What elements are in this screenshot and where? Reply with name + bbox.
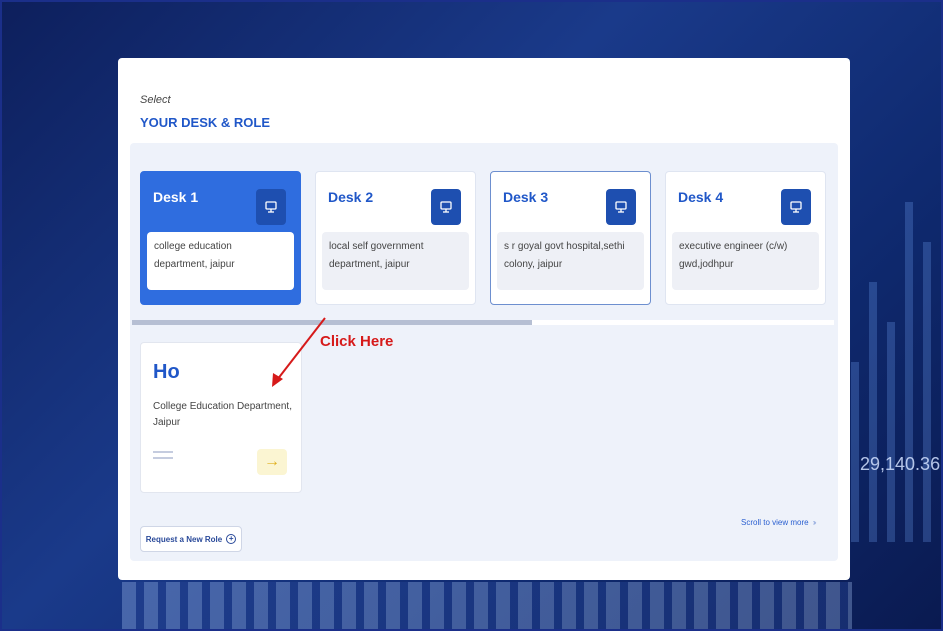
desk-card-3[interactable]: Desk 3 s r goyal govt hospital,sethi col…	[490, 171, 651, 305]
monitor-icon	[256, 189, 286, 225]
desk-card-4[interactable]: Desk 4 executive engineer (c/w) gwd,jodh…	[665, 171, 826, 305]
chevrons-right-icon: ›››	[812, 518, 817, 527]
scroll-hint: Scroll to view more ›››	[741, 518, 817, 527]
request-new-role-button[interactable]: Request a New Role +	[140, 526, 242, 552]
monitor-icon	[606, 189, 636, 225]
desk-role-panel: Select YOUR DESK & ROLE Desk 1 college e…	[118, 58, 850, 580]
role-description: College Education Department, Jaipur	[153, 401, 292, 428]
background-chart-bars	[841, 122, 941, 542]
request-new-role-label: Request a New Role	[145, 534, 223, 544]
desk-card-1[interactable]: Desk 1 college education department, jai…	[140, 171, 301, 305]
desk-description: college education department, jaipur	[147, 232, 294, 290]
scroll-hint-label: Scroll to view more	[741, 518, 809, 527]
role-card-ho[interactable]: Ho College Education Department, Jaipur …	[140, 342, 302, 493]
page-title: YOUR DESK & ROLE	[140, 115, 271, 130]
select-label: Select	[140, 94, 171, 106]
desk-card-2[interactable]: Desk 2 local self government department,…	[315, 171, 476, 305]
arrow-right-icon[interactable]: →	[257, 449, 287, 475]
monitor-icon	[431, 189, 461, 225]
role-title: Ho	[153, 361, 180, 383]
desk-title: Desk 4	[678, 189, 724, 205]
desk-title: Desk 3	[503, 189, 549, 205]
desk-description: local self government department, jaipur	[322, 232, 469, 290]
desk-scrollbar-thumb[interactable]	[132, 320, 533, 325]
desk-description: executive engineer (c/w) gwd,jodhpur	[672, 232, 819, 290]
desk-title: Desk 1	[153, 189, 199, 205]
click-here-annotation: Click Here	[320, 333, 394, 350]
background-coins	[122, 582, 852, 629]
plus-circle-icon: +	[226, 534, 237, 544]
menu-lines-icon	[153, 451, 173, 463]
desk-description: s r goyal govt hospital,sethi colony, ja…	[497, 232, 644, 290]
monitor-icon	[781, 189, 811, 225]
desk-scrollbar[interactable]	[132, 320, 834, 325]
desk-role-container: Desk 1 college education department, jai…	[130, 143, 838, 561]
background-number: 29,140.36	[860, 454, 941, 474]
desk-title: Desk 2	[328, 189, 374, 205]
